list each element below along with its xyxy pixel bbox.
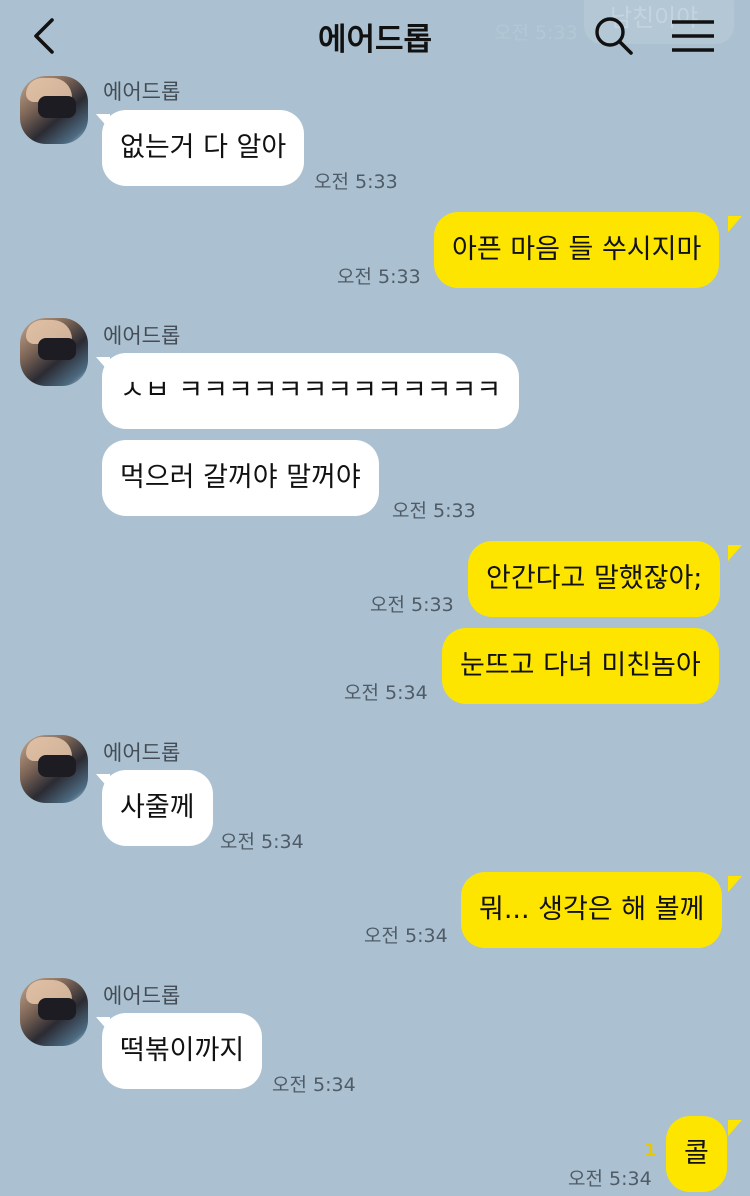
unread-count: 1 [644,1140,657,1161]
bubble-tail [728,876,742,892]
chat-title: 에어드롭 [317,22,433,58]
message-time: 오전 5:34 [364,925,448,947]
message-time: 오전 5:33 [337,266,421,288]
bubble-tail [728,216,742,232]
message-time: 오전 5:33 [392,500,476,522]
bubble-tail [728,1120,742,1136]
message-time: 오전 5:34 [272,1074,356,1096]
search-button[interactable] [592,14,636,58]
message-bubble-incoming[interactable]: ㅅㅂ ㅋㅋㅋㅋㅋㅋㅋㅋㅋㅋㅋㅋㅋ [102,353,520,429]
message-time: 오전 5:34 [568,1168,652,1190]
sender-name: 에어드롭 [103,324,181,348]
message-bubble-incoming[interactable]: 떡볶이까지 [102,1013,263,1089]
avatar[interactable] [20,978,88,1046]
message-bubble-outgoing[interactable]: 콜 [666,1116,727,1192]
message-time: 오전 5:33 [370,594,454,616]
hamburger-menu-icon [672,20,714,52]
avatar[interactable] [20,76,88,144]
message-time: 오전 5:34 [344,682,428,704]
avatar[interactable] [20,318,88,386]
message-bubble-outgoing[interactable]: 눈뜨고 다녀 미친놈아 [442,628,719,704]
sender-name: 에어드롭 [103,80,181,104]
menu-button[interactable] [668,14,718,58]
chat-header: 남친이야 오전 5:33 에어드롭 [0,0,750,72]
message-bubble-outgoing[interactable]: 뭐... 생각은 해 볼께 [461,872,723,948]
message-time: 오전 5:33 [314,171,398,193]
search-icon [595,17,633,55]
message-time: 오전 5:34 [220,831,304,853]
message-bubble-incoming[interactable]: 없는거 다 알아 [102,110,305,186]
sender-name: 에어드롭 [103,741,181,765]
avatar[interactable] [20,735,88,803]
message-bubble-incoming[interactable]: 먹으러 갈꺼야 말꺼야 [102,440,379,516]
message-bubble-incoming[interactable]: 사줄께 [102,770,213,846]
message-bubble-outgoing[interactable]: 안간다고 말했잖아; [468,541,721,617]
bubble-tail [728,545,742,561]
message-bubble-outgoing[interactable]: 아픈 마음 들 쑤시지마 [434,212,720,288]
sender-name: 에어드롭 [103,984,181,1008]
